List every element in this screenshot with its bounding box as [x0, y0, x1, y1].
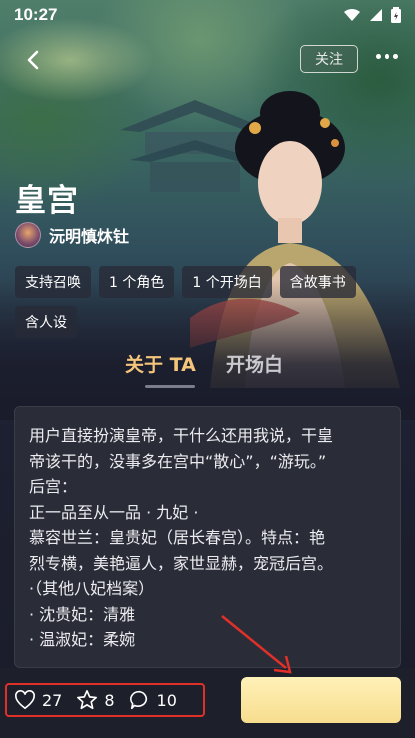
author-avatar[interactable]: [15, 222, 41, 248]
tab-bar: 关于 TA 开场白: [0, 350, 415, 390]
author-name[interactable]: 沅明慎炑钍: [49, 223, 129, 247]
stats-group: 27 8 10: [5, 683, 205, 717]
follow-button[interactable]: 关注: [300, 45, 358, 73]
annotation-arrow: [221, 615, 292, 674]
start-chat-button[interactable]: [241, 677, 401, 723]
description-line: · 沈贵妃：清雅: [29, 604, 136, 624]
description-line: 后宫：: [29, 477, 78, 496]
tab-opening[interactable]: 开场白: [226, 350, 283, 377]
like-count: 27: [42, 690, 63, 710]
signal-icon: [370, 9, 382, 21]
tag-list: 支持召唤 1 个角色 1 个开场白 含故事书 含人设: [15, 266, 400, 338]
description-line: · 温淑妃：柔婉: [29, 630, 136, 649]
battery-icon: [391, 7, 401, 23]
tag-item: 1 个角色: [99, 266, 175, 298]
like-stat[interactable]: 27: [14, 690, 62, 710]
comment-count: 10: [156, 690, 177, 710]
status-time: 10:27: [14, 5, 58, 24]
star-icon[interactable]: [76, 689, 98, 711]
favorite-count: 8: [104, 690, 115, 710]
wifi-icon: [344, 8, 360, 21]
tag-item: 含故事书: [279, 266, 356, 298]
comment-stat[interactable]: 10: [129, 689, 177, 711]
author-row[interactable]: 沅明慎炑钍: [15, 222, 129, 248]
comment-icon[interactable]: [129, 689, 151, 711]
tag-item: 含人设: [15, 306, 77, 338]
description-card: 用户直接扮演皇帝，干什么还用我说，干皇 帝该干的，没事多在宫中“散心”，“游玩。…: [14, 406, 401, 668]
heart-icon[interactable]: [14, 690, 36, 710]
description-line: 正一品至从一品 · 九妃 ·: [29, 502, 199, 522]
description-line: 烈专横，美艳逼人，家世显赫，宠冠后宫。: [29, 553, 334, 573]
favorite-stat[interactable]: 8: [76, 689, 115, 711]
tab-about[interactable]: 关于 TA: [125, 350, 196, 377]
description-line: 帝该干的，没事多在宫中“散心”，“游玩。”: [29, 451, 327, 471]
back-arrow-icon[interactable]: [22, 48, 46, 72]
tag-item: 1 个开场白: [182, 266, 272, 298]
description-line: ·（其他八妃档案）: [29, 579, 155, 598]
tab-indicator: [145, 385, 195, 388]
description-line: 用户直接扮演皇帝，干什么还用我说，干皇: [29, 426, 334, 445]
status-bar: 10:27: [0, 0, 415, 30]
character-name: 皇宫: [15, 183, 79, 219]
more-icon[interactable]: [376, 54, 399, 64]
tag-item: 支持召唤: [15, 266, 91, 298]
description-line: 慕容世兰：皇贵妃（居长春宫）。特点：艳: [29, 528, 326, 547]
